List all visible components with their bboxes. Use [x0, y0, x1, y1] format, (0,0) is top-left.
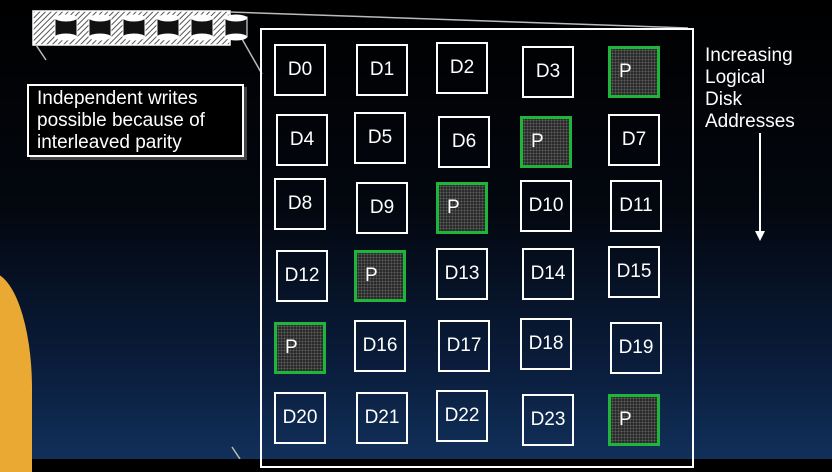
side-label-line: Logical — [705, 67, 766, 88]
data-block: D21 — [356, 392, 408, 444]
note-text: Independent writes possible because of i… — [37, 88, 205, 153]
data-block: D13 — [436, 248, 488, 300]
parity-block: P — [436, 182, 488, 234]
side-label-line: Increasing — [705, 45, 793, 66]
perspective-line-lower — [231, 446, 241, 459]
data-block: D19 — [610, 322, 662, 374]
data-block: D5 — [354, 112, 406, 164]
perspective-line-bottom — [35, 44, 47, 61]
data-block: D6 — [438, 116, 490, 168]
data-block: D20 — [274, 392, 326, 444]
disk-cylinder-icon — [122, 14, 146, 41]
disk-cylinder-icon — [88, 14, 112, 41]
disk-cylinder-icon — [156, 14, 180, 41]
data-block: D18 — [520, 318, 572, 370]
raid5-block-grid: D0 D1 D2 D3 P D4 D5 D6 P D7 D8 D9 P D10 D11 D12 P D13 D14 D… — [260, 28, 694, 468]
arrow-down-icon — [755, 133, 765, 241]
perspective-line-top — [229, 11, 689, 29]
data-block: D9 — [356, 182, 408, 234]
data-block: D16 — [354, 320, 406, 372]
increasing-addresses-label: Increasing Logical Disk Addresses — [705, 45, 795, 133]
data-block: D3 — [522, 46, 574, 98]
data-block: D10 — [520, 180, 572, 232]
parity-block: P — [520, 116, 572, 168]
data-block: D14 — [522, 248, 574, 300]
parity-block: P — [608, 394, 660, 446]
disk-cylinder-icon — [224, 14, 248, 41]
side-label-line: Addresses — [705, 111, 795, 132]
data-block: D12 — [276, 250, 328, 302]
parity-block: P — [274, 322, 326, 374]
data-block: D22 — [436, 390, 488, 442]
parity-block: P — [354, 250, 406, 302]
data-block: D17 — [438, 320, 490, 372]
data-block: D7 — [608, 114, 660, 166]
disk-cylinder-icon — [190, 14, 214, 41]
data-block: D15 — [608, 246, 660, 298]
data-block: D0 — [274, 44, 326, 96]
data-block: D2 — [436, 42, 488, 94]
data-block: D23 — [522, 394, 574, 446]
side-label-line: Disk — [705, 89, 742, 110]
parity-block: P — [608, 46, 660, 98]
data-block: D1 — [356, 44, 408, 96]
data-block: D4 — [276, 114, 328, 166]
interleaved-parity-note: Independent writes possible because of i… — [27, 84, 244, 157]
data-block: D11 — [610, 180, 662, 232]
disk-cylinder-icon — [54, 14, 78, 41]
data-block: D8 — [274, 178, 326, 230]
